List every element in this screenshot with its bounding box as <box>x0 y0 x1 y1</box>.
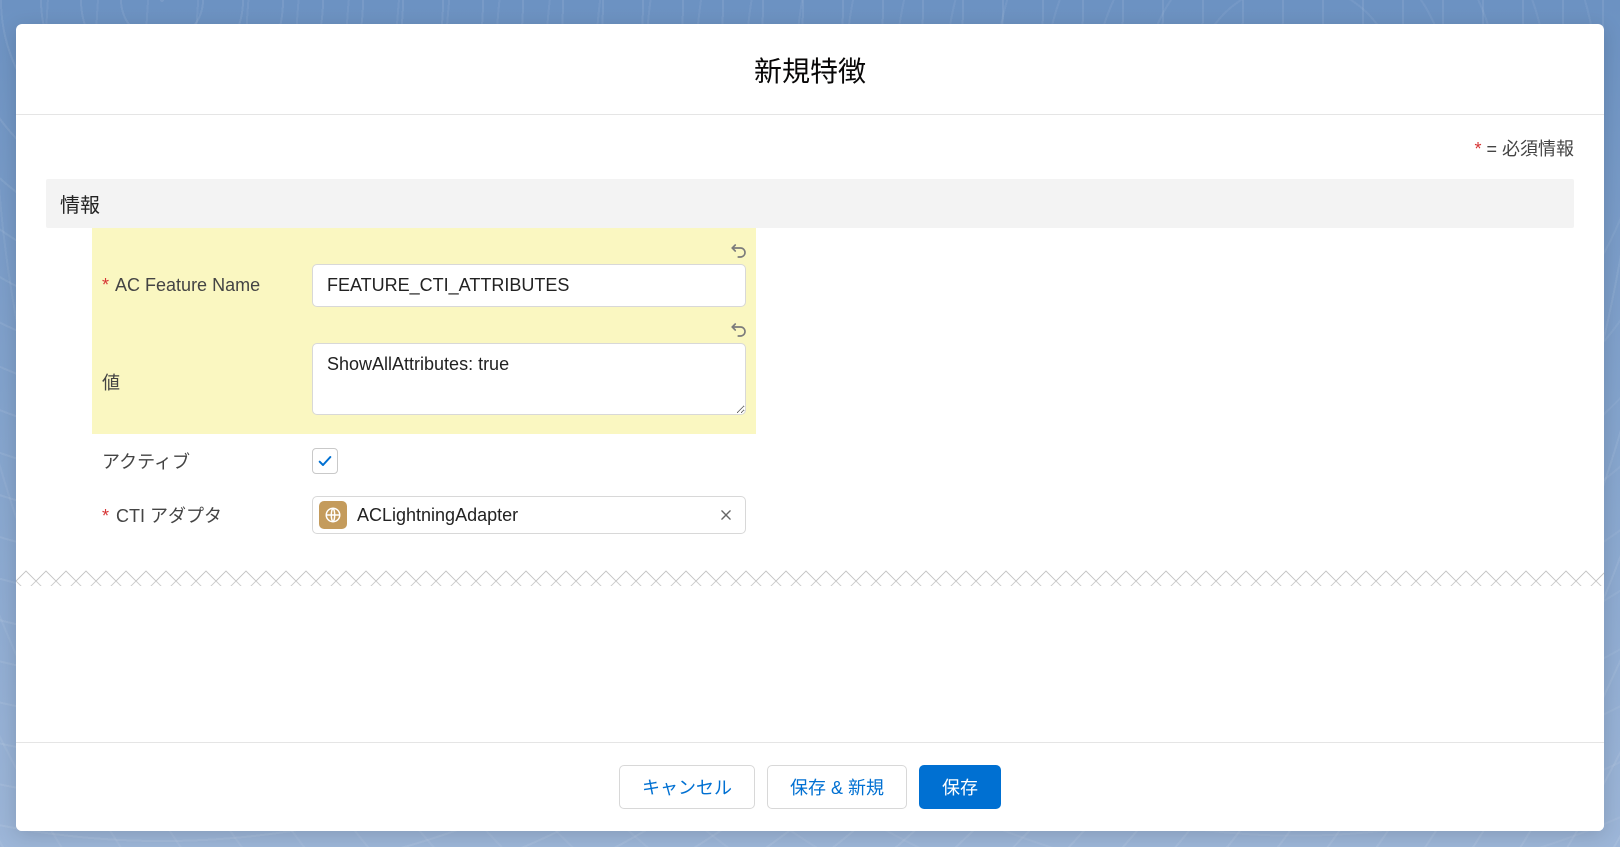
save-button[interactable]: 保存 <box>919 765 1001 809</box>
feature-name-label: * AC Feature Name <box>102 275 312 296</box>
section-header-info: 情報 <box>46 179 1574 228</box>
cti-adapter-value: ACLightningAdapter <box>357 505 705 526</box>
field-row-cti-adapter: * CTI アダプタ ACLightningAdapter <box>92 496 756 534</box>
adapter-icon <box>319 501 347 529</box>
undo-icon[interactable] <box>728 319 750 341</box>
new-feature-modal: 新規特徴 * = 必須情報 情報 <box>16 24 1604 831</box>
field-row-value: 値 ShowAllAttributes: true <box>92 343 756 420</box>
field-row-active: アクティブ <box>92 448 756 474</box>
value-textarea[interactable]: ShowAllAttributes: true <box>312 343 746 415</box>
modal-footer: キャンセル 保存 & 新規 保存 <box>16 742 1604 831</box>
cti-adapter-label: * CTI アダプタ <box>102 502 312 528</box>
cti-adapter-lookup[interactable]: ACLightningAdapter <box>312 496 746 534</box>
required-info-note: * = 必須情報 <box>46 135 1574 161</box>
active-label: アクティブ <box>102 448 312 474</box>
plain-fields: アクティブ * CTI アダプタ <box>92 434 756 534</box>
active-checkbox[interactable] <box>312 448 338 474</box>
required-note-text: = 必須情報 <box>1481 139 1574 159</box>
undo-icon[interactable] <box>728 240 750 262</box>
modal-body: * = 必須情報 情報 * AC Fe <box>16 115 1604 742</box>
save-and-new-button[interactable]: 保存 & 新規 <box>767 765 907 809</box>
content-truncated-indicator <box>16 558 1604 594</box>
feature-name-label-text: AC Feature Name <box>115 275 260 295</box>
close-icon[interactable] <box>715 504 737 526</box>
required-star: * <box>102 506 109 526</box>
required-star: * <box>102 275 109 295</box>
form-grid: * AC Feature Name <box>46 228 1574 534</box>
cti-adapter-label-text: CTI アダプタ <box>116 506 222 526</box>
field-row-feature-name: * AC Feature Name <box>92 264 756 307</box>
value-label: 値 <box>102 369 312 395</box>
check-icon <box>317 453 333 469</box>
feature-name-input[interactable] <box>312 264 746 307</box>
changed-fields-highlight: * AC Feature Name <box>92 228 756 434</box>
modal-header: 新規特徴 <box>16 24 1604 115</box>
cancel-button[interactable]: キャンセル <box>619 765 755 809</box>
modal-title: 新規特徴 <box>36 50 1584 90</box>
